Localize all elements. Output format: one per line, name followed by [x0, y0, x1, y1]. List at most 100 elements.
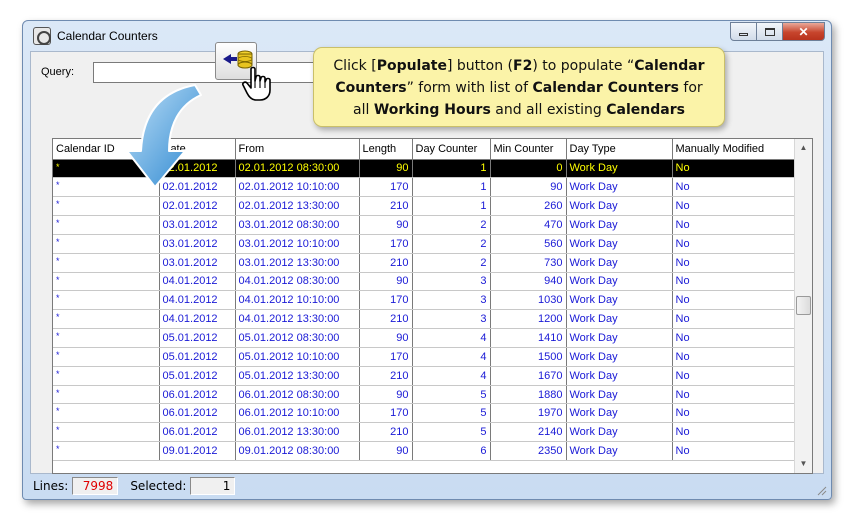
table-cell: Work Day — [566, 366, 673, 386]
table-row[interactable]: * 03.01.2012 03.01.2012 08:30:00 90 2 470 Work… — [53, 215, 797, 235]
column-header[interactable]: Day Type — [566, 139, 673, 160]
table-cell: * — [53, 366, 160, 386]
table-row[interactable]: * 03.01.2012 03.01.2012 10:10:00 170 2 560 Wor… — [53, 234, 797, 254]
scroll-down-icon[interactable]: ▼ — [795, 455, 812, 473]
table-cell: 5 — [412, 422, 491, 443]
column-header[interactable]: Manually Modified — [672, 139, 797, 160]
table-row[interactable]: * 04.01.2012 04.01.2012 08:30:00 90 3 940 Work… — [53, 272, 797, 292]
table-row[interactable]: * 04.01.2012 04.01.2012 13:30:00 210 3 1200 Wo… — [53, 309, 797, 330]
table-row[interactable]: * 04.01.2012 04.01.2012 10:10:00 170 3 1030 Wo… — [53, 290, 797, 311]
help-tooltip: Click [Populate] button (F2) to populate… — [313, 47, 725, 127]
table-row[interactable]: * 05.01.2012 05.01.2012 13:30:00 210 4 1670 Wo… — [53, 366, 797, 386]
table-cell: 560 — [490, 234, 567, 254]
table-cell: No — [672, 309, 797, 330]
table-cell: 03.01.2012 — [159, 253, 236, 273]
calendar-counters-window: Calendar Counters ✕ Query: Click [Popula… — [22, 20, 832, 500]
table-cell: 4 — [412, 347, 491, 367]
table-cell: No — [672, 253, 797, 273]
table-cell: 5 — [412, 403, 491, 424]
table-cell: Work Day — [566, 159, 673, 179]
blue-curved-arrow-icon — [126, 84, 202, 188]
table-cell: 02.01.2012 10:10:00 — [235, 177, 360, 198]
table-cell: 3 — [412, 309, 491, 330]
table-cell: No — [672, 422, 797, 443]
table-row[interactable]: * 02.01.2012 02.01.2012 13:30:00 210 1 260 Wor… — [53, 196, 797, 217]
close-button[interactable]: ✕ — [782, 22, 825, 41]
table-row[interactable]: * 06.01.2012 06.01.2012 10:10:00 170 5 1970 Wo… — [53, 403, 797, 424]
table-cell: Work Day — [566, 422, 673, 443]
table-cell: 03.01.2012 10:10:00 — [235, 234, 360, 254]
table-cell: * — [53, 234, 160, 254]
query-input[interactable] — [93, 62, 333, 83]
table-cell: 2 — [412, 234, 491, 254]
table-cell: Work Day — [566, 309, 673, 330]
column-header[interactable]: Min Counter — [490, 139, 567, 160]
table-cell: 02.01.2012 — [159, 196, 236, 217]
table-cell: 170 — [359, 403, 413, 424]
table-cell: * — [53, 253, 160, 273]
table-row[interactable]: * 05.01.2012 05.01.2012 08:30:00 90 4 1410 Wor… — [53, 328, 797, 348]
table-cell: 90 — [359, 159, 413, 179]
scroll-up-icon[interactable]: ▲ — [795, 139, 812, 157]
table-row[interactable]: * 06.01.2012 06.01.2012 08:30:00 90 5 1880 Wor… — [53, 385, 797, 405]
table-cell: 1410 — [490, 328, 567, 348]
table-row[interactable]: * 06.01.2012 06.01.2012 13:30:00 210 5 2140 Wo… — [53, 422, 797, 443]
table-row[interactable]: * 09.01.2012 09.01.2012 08:30:00 90 6 2350 Wor… — [53, 441, 797, 461]
table-row[interactable]: * 05.01.2012 05.01.2012 10:10:00 170 4 1500 Wo… — [53, 347, 797, 367]
table-cell: 90 — [359, 385, 413, 405]
table-cell: 09.01.2012 — [159, 441, 236, 461]
table-cell: 06.01.2012 — [159, 385, 236, 405]
table-cell: 170 — [359, 234, 413, 254]
table-cell: 1970 — [490, 403, 567, 424]
table-cell: 260 — [490, 196, 567, 217]
table-cell: Work Day — [566, 290, 673, 311]
vertical-scrollbar[interactable]: ▲ ▼ — [794, 139, 812, 473]
table-cell: No — [672, 234, 797, 254]
table-cell: 04.01.2012 — [159, 290, 236, 311]
table-cell: * — [53, 403, 160, 424]
table-cell: 6 — [412, 441, 491, 461]
table-cell: * — [53, 422, 160, 443]
table-cell: * — [53, 309, 160, 330]
column-header[interactable]: From — [235, 139, 360, 160]
table-cell: No — [672, 347, 797, 367]
table-cell: Work Day — [566, 177, 673, 198]
app-icon — [33, 27, 51, 45]
column-header[interactable]: Day Counter — [412, 139, 491, 160]
table-cell: 03.01.2012 — [159, 234, 236, 254]
table-cell: 06.01.2012 — [159, 403, 236, 424]
table-cell: Work Day — [566, 328, 673, 348]
minimize-icon — [739, 33, 748, 36]
minimize-button[interactable] — [730, 22, 757, 41]
resize-grip-icon[interactable] — [815, 484, 827, 496]
table-cell: 02.01.2012 08:30:00 — [235, 159, 360, 179]
column-header[interactable]: Length — [359, 139, 413, 160]
table-cell: 05.01.2012 — [159, 328, 236, 348]
table-cell: 90 — [359, 328, 413, 348]
table-cell: 170 — [359, 177, 413, 198]
table-cell: * — [53, 290, 160, 311]
table-cell: 04.01.2012 08:30:00 — [235, 272, 360, 292]
table-cell: 0 — [490, 159, 567, 179]
maximize-button[interactable] — [756, 22, 783, 41]
table-cell: 210 — [359, 309, 413, 330]
close-icon: ✕ — [798, 24, 809, 39]
table-cell: * — [53, 328, 160, 348]
table-cell: * — [53, 196, 160, 217]
scroll-thumb[interactable] — [796, 296, 811, 315]
table-cell: 1670 — [490, 366, 567, 386]
table-cell: * — [53, 347, 160, 367]
table-row[interactable]: * 03.01.2012 03.01.2012 13:30:00 210 2 730 Wor… — [53, 253, 797, 273]
table-cell: * — [53, 385, 160, 405]
table-cell: 90 — [490, 177, 567, 198]
table-cell: 210 — [359, 422, 413, 443]
hand-cursor-icon — [242, 66, 271, 101]
table-cell: 3 — [412, 272, 491, 292]
table-body: * 02.01.2012 02.01.2012 08:30:00 90 1 0 Work D… — [53, 159, 797, 461]
table-cell: Work Day — [566, 272, 673, 292]
table-cell: 1880 — [490, 385, 567, 405]
table-cell: 210 — [359, 253, 413, 273]
table-cell: 5 — [412, 385, 491, 405]
table-cell: No — [672, 215, 797, 235]
table-cell: 09.01.2012 08:30:00 — [235, 441, 360, 461]
